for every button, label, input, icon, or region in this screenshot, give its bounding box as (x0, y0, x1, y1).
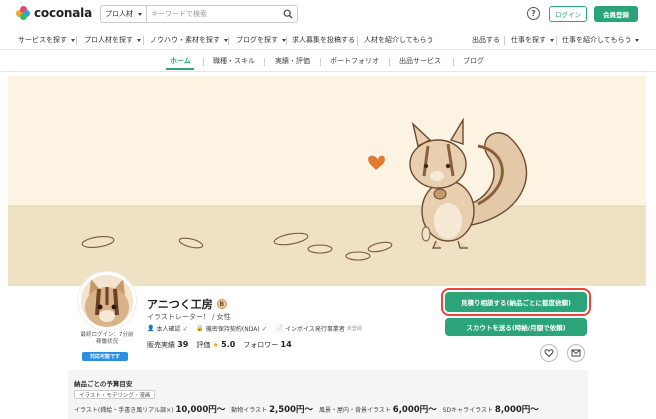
budget-item: 動物イラスト 2,500円〜 (231, 405, 313, 415)
cover-illustration (8, 76, 646, 286)
tab-portfolio[interactable]: ポートフォリオ (330, 56, 379, 66)
coconala-logo-icon (16, 6, 30, 20)
search-icon (283, 9, 293, 19)
nav-divider (286, 36, 287, 45)
nav-divider (76, 36, 77, 45)
coconala-logo[interactable]: coconala (16, 6, 92, 20)
search-scope-label: プロ人材 (105, 10, 133, 18)
identity-verified: 👤 本人確認 ✓ (147, 324, 189, 334)
chevron-down-icon (138, 12, 142, 16)
nav-find-knowhow[interactable]: ノウハウ・素材を探す (150, 35, 228, 45)
tab-divider (453, 58, 454, 66)
job-title: イラストレーター！ / 女性 (147, 313, 231, 321)
followers-stat[interactable]: フォロワー 14 (243, 340, 291, 350)
cover-image (8, 76, 646, 286)
search-bar: プロ人材 (100, 5, 298, 23)
profile-tabs: ホーム 職種・スキル 実績・評価 ポートフォリオ 出品サービス ブログ (0, 50, 656, 72)
message-button[interactable] (567, 344, 585, 362)
logo-text: coconala (34, 6, 92, 20)
login-button[interactable]: ログイン (549, 6, 587, 22)
availability-badge: 対応可能です (82, 352, 128, 361)
nav-divider (143, 36, 144, 45)
tab-divider (264, 58, 265, 66)
nav-divider (556, 36, 557, 45)
tab-home[interactable]: ホーム (170, 56, 191, 66)
budget-price-list: イラスト(挿絵・手書き風リアル調×) 10,000円〜 動物イラスト 2,500… (74, 403, 539, 415)
help-icon[interactable]: ? (527, 7, 540, 20)
sales-stat: 販売実績 39 (147, 340, 189, 349)
avatar[interactable] (78, 272, 136, 330)
budget-item: SDキャライラスト 8,000円〜 (442, 405, 539, 415)
nav-find-blogs[interactable]: ブログを探す (236, 35, 286, 45)
nav-find-services[interactable]: サービスを探す (18, 35, 75, 45)
tab-services[interactable]: 出品サービス (399, 56, 441, 66)
nav-find-work[interactable]: 仕事を探す (511, 35, 554, 45)
last-login-status: 最終ログイン：7分前 稼働状況 (80, 332, 134, 345)
profile-card: 最終ログイン：7分前 稼働状況 対応可能です アニつく工房 B イラストレーター… (68, 268, 588, 368)
register-button[interactable]: 会員登録 (594, 6, 638, 22)
tab-divider (320, 58, 321, 66)
budget-item: 風景・屋内・背景イラスト 6,000円〜 (318, 405, 437, 415)
nav-find-pros[interactable]: プロ人材を探す (84, 35, 141, 45)
tab-divider (389, 58, 390, 66)
tab-skills[interactable]: 職種・スキル (213, 56, 255, 66)
active-tab-indicator (166, 68, 194, 70)
nav-post-job[interactable]: 求人募集を投稿する (292, 35, 355, 45)
mail-icon (571, 349, 581, 357)
header: coconala プロ人材 ? ログイン 会員登録 (0, 0, 656, 30)
search-button[interactable] (279, 6, 297, 22)
chevron-down-icon (137, 38, 141, 42)
check-icon: ✓ (182, 324, 189, 333)
tab-blog[interactable]: ブログ (463, 56, 484, 66)
avatar-chipmunk-icon (81, 275, 133, 327)
main-nav: サービスを探す プロ人材を探す ノウハウ・素材を探す ブログを探す 求人募集を投… (0, 30, 656, 50)
document-icon: 📄 (275, 325, 284, 332)
person-icon: 👤 (147, 325, 155, 332)
budget-item: イラスト(挿絵・手書き風リアル調×) 10,000円〜 (74, 405, 226, 415)
check-icon: ✓ (261, 324, 268, 333)
nda-verified: 🔒 機密保持契約(NDA) ✓ (196, 324, 268, 334)
rank-badge-icon: B (216, 299, 227, 309)
budget-title: 納品ごとの予算目安 (74, 380, 133, 388)
invoice-status: 📄 インボイス発行事業者 未登録 (275, 325, 362, 333)
profile-name: アニつく工房 B (147, 296, 227, 312)
tab-reviews[interactable]: 実績・評価 (275, 56, 310, 66)
budget-section: 納品ごとの予算目安 イラスト・モデリング・漫画 イラスト(挿絵・手書き風リアル調… (68, 370, 588, 419)
nav-get-referral[interactable]: 人材を紹介してもらう (364, 35, 433, 45)
send-scout-button[interactable]: スカウトを送る(時給/月額で依頼) (445, 318, 587, 336)
nav-divider (228, 36, 229, 45)
budget-category-tag: イラスト・モデリング・漫画 (74, 390, 156, 399)
nav-get-work-referral[interactable]: 仕事を紹介してもらう (562, 35, 640, 45)
chevron-down-icon (71, 38, 75, 42)
star-icon: ★ (212, 341, 219, 349)
chevron-down-icon (550, 38, 554, 42)
verification-row: 👤 本人確認 ✓ 🔒 機密保持契約(NDA) ✓ 📄 インボイス発行事業者 未登… (147, 324, 362, 334)
favorite-button[interactable] (540, 344, 558, 362)
nav-divider (357, 36, 358, 45)
nav-divider (504, 36, 505, 45)
chevron-down-icon (635, 38, 640, 42)
heart-icon (544, 349, 554, 358)
search-scope-select[interactable]: プロ人材 (101, 6, 147, 22)
stats-row: 販売実績 39 評価 ★ 5.0 フォロワー 14 (147, 340, 292, 350)
tab-divider (203, 58, 204, 66)
nav-sell[interactable]: 出品する (472, 35, 500, 45)
search-input[interactable] (147, 6, 279, 22)
request-quote-button[interactable]: 見積り相談する(納品ごとに都度依頼) (445, 292, 587, 312)
rating-stat: 評価 ★ 5.0 (196, 340, 236, 349)
lock-icon: 🔒 (196, 325, 204, 332)
